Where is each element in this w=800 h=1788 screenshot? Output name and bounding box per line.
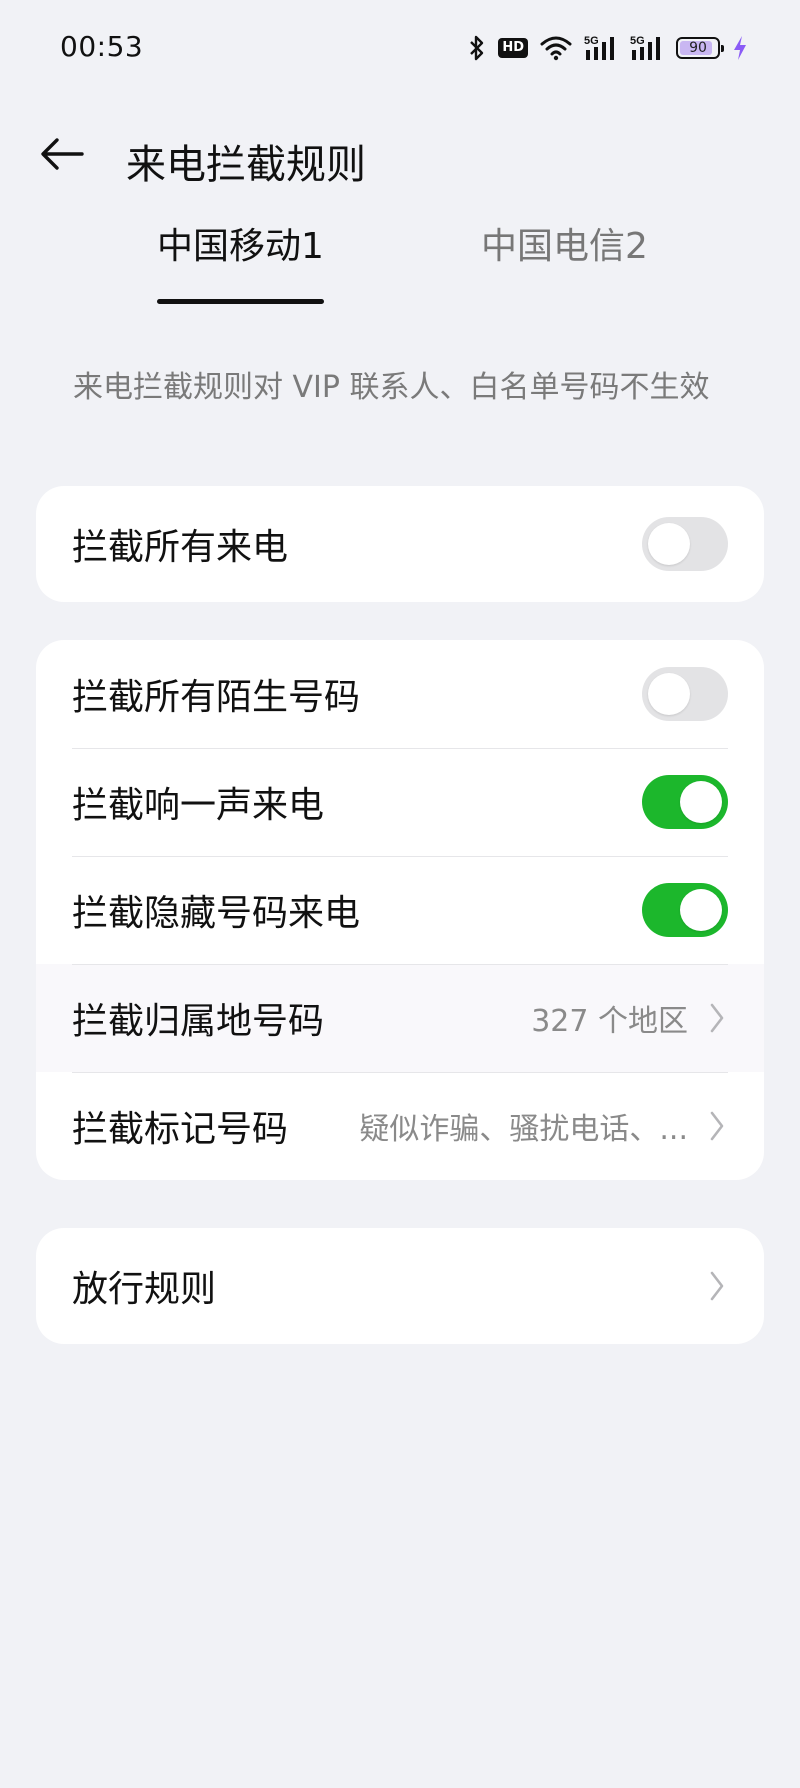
- back-arrow-icon: [40, 137, 84, 175]
- card-allow-rules: 放行规则: [36, 1228, 764, 1344]
- row-allow-rules[interactable]: 放行规则: [36, 1228, 764, 1344]
- back-button[interactable]: [36, 130, 88, 182]
- signal-5g-icon: 5G: [584, 34, 618, 62]
- chevron-right-icon: [706, 1269, 728, 1303]
- battery-icon: 90: [676, 37, 724, 59]
- row-value: 疑似诈骗、骚扰电话、...: [359, 1112, 688, 1147]
- sim-tabs: 中国移动1 中国电信2: [0, 222, 800, 304]
- toggle-block-one-ring[interactable]: [642, 775, 728, 829]
- row-block-strangers[interactable]: 拦截所有陌生号码: [36, 640, 764, 748]
- card-block-rules: 拦截所有陌生号码 拦截响一声来电 拦截隐藏号码来电 拦截归属地号码 327 个地…: [36, 640, 764, 1180]
- row-block-marked[interactable]: 拦截标记号码 疑似诈骗、骚扰电话、...: [36, 1072, 764, 1180]
- row-label: 拦截所有陌生号码: [72, 677, 361, 718]
- page-title: 来电拦截规则: [126, 142, 366, 188]
- wifi-icon: [540, 35, 572, 61]
- status-time: 00:53: [60, 30, 144, 63]
- notice-text: 来电拦截规则对 VIP 联系人、白名单号码不生效: [73, 370, 710, 405]
- bluetooth-icon: [468, 34, 486, 62]
- tab-active-indicator: [157, 299, 324, 304]
- row-block-region[interactable]: 拦截归属地号码 327 个地区: [36, 964, 764, 1072]
- status-icons: HD 5G 5G 90: [468, 30, 748, 66]
- row-value: 327 个地区: [531, 1004, 688, 1039]
- row-label: 拦截隐藏号码来电: [72, 893, 361, 934]
- battery-level: 90: [689, 40, 707, 56]
- svg-text:5G: 5G: [630, 35, 645, 47]
- tab-label: 中国移动1: [157, 226, 324, 267]
- hd-icon: HD: [498, 38, 528, 58]
- row-label: 拦截响一声来电: [72, 785, 325, 826]
- row-label: 拦截所有来电: [72, 527, 289, 568]
- toggle-block-hidden[interactable]: [642, 883, 728, 937]
- signal-5g-icon-2: 5G: [630, 34, 664, 62]
- card-block-all: 拦截所有来电: [36, 486, 764, 602]
- row-label: 放行规则: [72, 1269, 217, 1310]
- tab-sim-1[interactable]: 中国移动1: [157, 222, 324, 304]
- svg-text:5G: 5G: [584, 35, 599, 47]
- row-label: 拦截标记号码: [72, 1109, 289, 1150]
- tab-label: 中国电信2: [481, 226, 648, 267]
- row-block-hidden[interactable]: 拦截隐藏号码来电: [36, 856, 764, 964]
- status-bar: 00:53 HD 5G 5G 90: [0, 0, 800, 96]
- title-bar: 来电拦截规则: [0, 110, 800, 200]
- charging-icon: [732, 35, 748, 61]
- chevron-right-icon: [706, 1001, 728, 1035]
- row-block-one-ring[interactable]: 拦截响一声来电: [36, 748, 764, 856]
- row-label: 拦截归属地号码: [72, 1001, 325, 1042]
- toggle-block-all-calls[interactable]: [642, 517, 728, 571]
- chevron-right-icon: [706, 1109, 728, 1143]
- tab-sim-2[interactable]: 中国电信2: [481, 222, 648, 304]
- toggle-block-strangers[interactable]: [642, 667, 728, 721]
- row-block-all-calls[interactable]: 拦截所有来电: [36, 486, 764, 602]
